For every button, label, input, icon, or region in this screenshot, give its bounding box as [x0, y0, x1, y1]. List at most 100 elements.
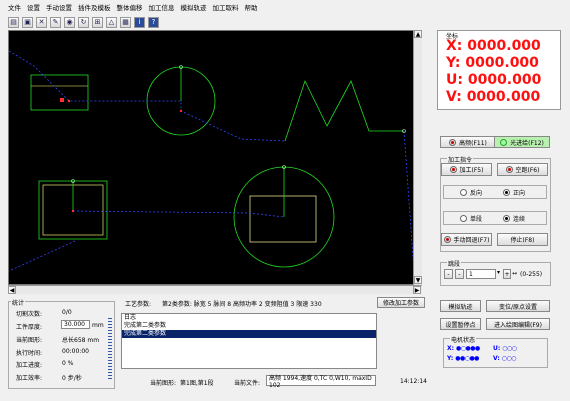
view-icon[interactable]: ▦: [120, 16, 131, 28]
thickness-label: 工件厚度:: [16, 324, 43, 331]
origin-setting-button[interactable]: 变位/原点设置: [486, 300, 550, 312]
menu-material[interactable]: 加工取料: [213, 2, 239, 12]
jump-input[interactable]: 1: [466, 269, 496, 279]
single-radio-icon: [460, 215, 467, 222]
motor-x-leds-icon: ●○●●●: [456, 345, 480, 352]
hf-indicator-icon: [449, 138, 457, 146]
forward-radio[interactable]: 正向: [503, 188, 525, 197]
rotate-icon[interactable]: ↻: [78, 16, 89, 28]
direction-group: [443, 185, 547, 199]
jump-arrow-icon: ↔: [512, 270, 518, 277]
reverse-radio[interactable]: 反向: [460, 188, 482, 197]
drawing-canvas[interactable]: [8, 30, 421, 285]
graph-label: 当前图形:: [16, 337, 43, 344]
canvas-vertical-scrollbar[interactable]: ▲ ▼: [413, 30, 422, 285]
zoom-icon[interactable]: ◉: [64, 16, 75, 28]
coord-v: V: 0000.000: [446, 89, 541, 105]
menu-manual-settings[interactable]: 手动设置: [46, 2, 72, 12]
cut-count-label: 切割次数:: [16, 311, 43, 318]
scroll-right-icon[interactable]: ▶: [413, 286, 421, 294]
single-step-radio[interactable]: 单段: [460, 214, 482, 223]
clock: 14:12:14: [400, 378, 427, 385]
current-graph-label: 当前图形:: [150, 380, 177, 387]
reverse-radio-icon: [460, 189, 467, 196]
menu-settings[interactable]: 设置: [27, 2, 40, 12]
grid-icon[interactable]: ⊞: [92, 16, 103, 28]
log-title: 日志: [124, 314, 137, 321]
follow-feed-button[interactable]: 光进给(F12): [494, 136, 550, 148]
thickness-input[interactable]: 30.000: [61, 320, 90, 329]
motor-v-leds-icon: ○○○: [501, 355, 517, 362]
graph-edit-button[interactable]: 进入绘图编辑(F9): [486, 318, 550, 330]
scroll-up-icon[interactable]: ▲: [414, 30, 422, 38]
graph-value: 总长658 mm: [62, 337, 100, 344]
layer-icon[interactable]: △: [106, 16, 117, 28]
coord-x: X: 0000.000: [446, 38, 541, 54]
jump-range: (0-255): [520, 271, 543, 278]
motor-u-leds-icon: ○○○: [502, 345, 517, 352]
manual-indicator-icon: [443, 236, 451, 243]
speed-value: 0 步/秒: [62, 375, 82, 382]
progress-meter: [108, 318, 112, 380]
coord-v-value: 0000.000: [466, 89, 541, 105]
coord-u: U: 0000.000: [446, 72, 542, 88]
motor-u-status: U: ○○○: [493, 345, 517, 352]
current-graph-value: 第1图,第1段: [180, 380, 214, 387]
params-value: 第2类参数: 脉宽 5 脉间 8 高频功率 2 变频阻值 3 限速 330: [162, 301, 322, 308]
toolbar: ▤ ▣ ✕ ✎ ◉ ↻ ⊞ △ ▦ i ?: [8, 15, 208, 29]
motor-v-status: V: ○○○: [493, 355, 517, 362]
current-file-label: 当前文件:: [234, 380, 261, 387]
simulate-button[interactable]: 模拟轨迹: [440, 300, 481, 312]
continuous-radio-icon: [503, 215, 510, 222]
set-pause-point-button[interactable]: 设置暂停点: [440, 318, 481, 330]
help-icon[interactable]: ?: [148, 16, 159, 28]
mode-group: [443, 211, 547, 225]
jump-next-button[interactable]: +: [503, 269, 511, 279]
current-file-field: 高频 1994,速度 0,TC 0,W10, maxID 102: [266, 375, 376, 389]
coordinates-panel: 坐标 X: 0000.000 Y: 0000.000 U: 0000.000 V…: [437, 30, 561, 110]
jump-prev-button[interactable]: -: [455, 269, 464, 279]
log-row-selected[interactable]: 完成第二类参数: [122, 330, 376, 338]
manual-retract-button[interactable]: 手动回退(F7): [441, 233, 492, 246]
menu-file[interactable]: 文件: [8, 2, 21, 12]
tool-icon[interactable]: ✕: [36, 16, 47, 28]
menu-offset[interactable]: 整体偏移: [117, 2, 143, 12]
menu-simulate[interactable]: 模拟轨迹: [181, 2, 207, 12]
thickness-unit: mm: [92, 322, 104, 329]
coord-u-value: 0000.000: [467, 72, 542, 88]
jump-group-label: 跳段: [447, 259, 462, 268]
continuous-radio[interactable]: 连续: [503, 214, 525, 223]
edit-icon[interactable]: ✎: [50, 16, 61, 28]
coord-y: Y: 0000.000: [446, 55, 539, 71]
process-button[interactable]: 加工(F5): [441, 163, 492, 176]
process-indicator-icon: [449, 166, 457, 173]
save-icon[interactable]: ▣: [22, 16, 33, 28]
stats-title: 统计: [11, 298, 26, 307]
motor-status-group: 电机状态: [443, 335, 548, 368]
zigzag-shape: [284, 79, 404, 142]
motor-status-label: 电机状态: [450, 335, 477, 344]
canvas-horizontal-scrollbar[interactable]: ◀ ▶: [8, 285, 422, 294]
edit-params-button[interactable]: 修改加工参数: [377, 297, 425, 308]
jump-dropdown-icon[interactable]: ▾: [497, 269, 500, 276]
high-frequency-button[interactable]: 高频(F11): [440, 136, 496, 148]
menu-bar: 文件 设置 手动设置 插件及模板 整体偏移 加工信息 模拟轨迹 加工取料 帮助: [0, 0, 570, 14]
scroll-down-icon[interactable]: ▼: [414, 276, 422, 284]
cut-count-value: 0/0: [62, 309, 72, 316]
dry-run-indicator-icon: [505, 166, 513, 173]
info-icon[interactable]: i: [134, 16, 145, 28]
motor-y-status: Y: ●●○●●: [447, 355, 479, 362]
log-panel[interactable]: 日志 完成第二类参数 完成第二类参数: [121, 313, 377, 369]
jump-first-button[interactable]: -: [444, 269, 453, 279]
progress-label: 加工进度:: [16, 362, 43, 369]
exec-time-value: 00:00:00: [62, 348, 89, 355]
menu-process-info[interactable]: 加工信息: [149, 2, 175, 12]
menu-help[interactable]: 帮助: [245, 2, 258, 12]
scroll-left-icon[interactable]: ◀: [8, 286, 16, 294]
coord-x-value: 0000.000: [467, 38, 541, 54]
menu-plugins[interactable]: 插件及模板: [78, 2, 111, 12]
log-row[interactable]: 完成第二类参数: [122, 322, 376, 330]
stop-button[interactable]: 停止(F8): [497, 233, 548, 246]
dry-run-button[interactable]: 空跑(F6): [497, 163, 548, 176]
open-icon[interactable]: ▤: [8, 16, 19, 28]
